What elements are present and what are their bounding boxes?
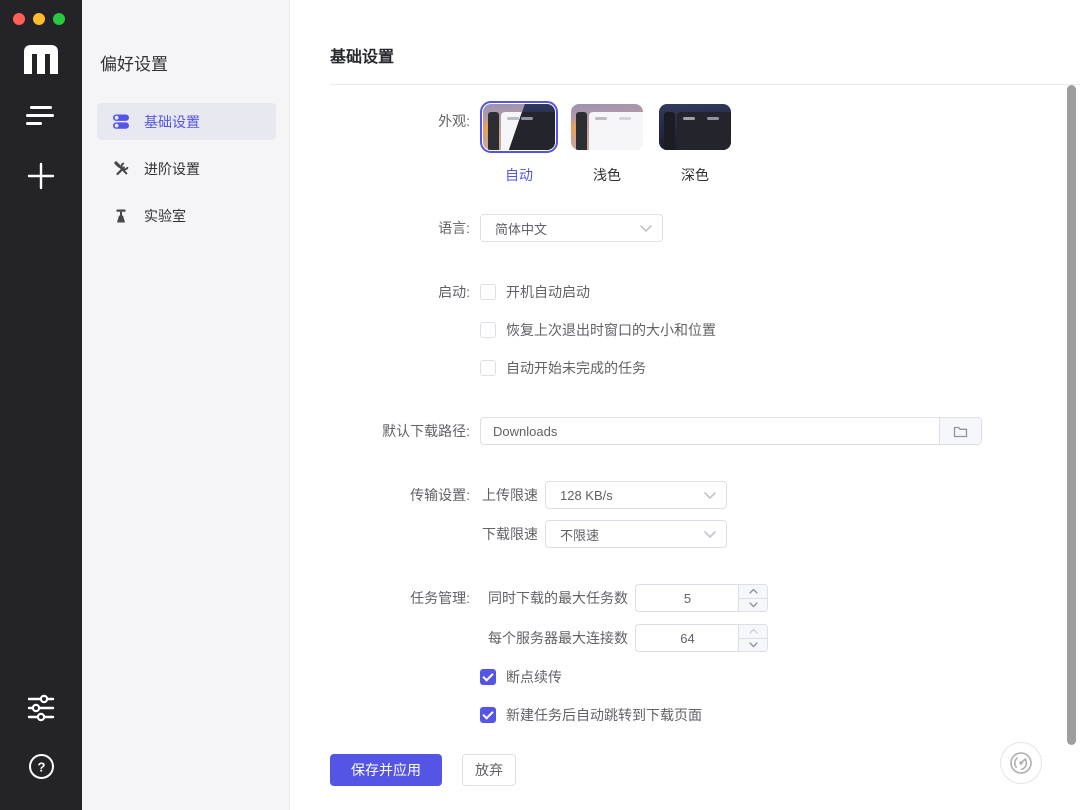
chevron-down-icon [704, 491, 716, 499]
upload-limit-label: 上传限速 [482, 487, 538, 503]
checkbox-label[interactable]: 恢复上次退出时窗口的大小和位置 [506, 320, 716, 340]
page-title: 基础设置 [330, 49, 395, 66]
checkbox-resume-transfer[interactable] [480, 669, 496, 685]
preferences-sidebar: 偏好设置 基础设置 进阶设置 实验室 [82, 0, 290, 810]
language-label: 语言: [438, 220, 470, 236]
theme-option-dark[interactable]: 深色 [656, 101, 734, 185]
max-tasks-input[interactable] [636, 585, 739, 611]
task-list-icon[interactable] [0, 106, 82, 125]
theme-label: 深色 [681, 167, 709, 183]
speed-gauge-button[interactable] [1000, 742, 1042, 784]
lab-icon [112, 207, 130, 224]
startup-row-1: 启动: 开机自动启动 [330, 282, 1060, 302]
checkbox-label[interactable]: 自动开始未完成的任务 [506, 358, 646, 378]
download-path-label: 默认下载路径: [382, 423, 470, 439]
upload-limit-row: 传输设置: 上传限速 128 KB/s [330, 481, 1060, 509]
checkbox-restore-window[interactable] [480, 322, 496, 338]
preferences-sliders-icon[interactable] [0, 694, 82, 722]
startup-row-2: 恢复上次退出时窗口的大小和位置 [330, 320, 1060, 340]
save-and-apply-button[interactable]: 保存并应用 [330, 754, 442, 786]
theme-label: 浅色 [593, 167, 621, 183]
theme-label: 自动 [505, 167, 533, 183]
jump-to-downloads-row: 新建任务后自动跳转到下载页面 [330, 705, 1060, 725]
gauge-icon [1010, 752, 1032, 774]
max-connections-label: 每个服务器最大连接数 [488, 630, 628, 646]
download-path-input[interactable] [481, 418, 939, 444]
motrix-preferences-window: ? 偏好设置 基础设置 进阶设置 实验室 基础设置 外观: 自动 浅色 深色 语… [0, 0, 1080, 810]
stepper-down-icon[interactable] [739, 639, 767, 652]
upload-limit-select[interactable]: 128 KB/s [545, 481, 727, 509]
theme-light-thumbnail [571, 104, 643, 150]
settings-main: 基础设置 外观: 自动 浅色 深色 语言: 简体中文 启动: 开机自动启动 恢复… [290, 0, 1080, 810]
sidebar-item-advanced-settings[interactable]: 进阶设置 [97, 150, 276, 187]
chevron-down-icon [640, 224, 652, 232]
checkbox-label[interactable]: 断点续传 [506, 667, 562, 687]
actions-row: 保存并应用 放弃 [330, 754, 1060, 786]
transfer-label: 传输设置: [410, 487, 470, 503]
max-connections-stepper [635, 624, 768, 652]
checkbox-jump-after-new-task[interactable] [480, 707, 496, 723]
sidebar-item-basic-settings[interactable]: 基础设置 [97, 103, 276, 140]
minimize-button[interactable] [33, 13, 45, 25]
checkbox-label[interactable]: 新建任务后自动跳转到下载页面 [506, 705, 702, 725]
stepper-up-icon[interactable] [739, 585, 767, 599]
app-sidebar: ? [0, 0, 82, 810]
tools-icon [112, 160, 130, 177]
help-icon[interactable]: ? [0, 753, 82, 780]
max-tasks-row: 任务管理: 同时下载的最大任务数 [330, 584, 1060, 612]
download-path-row: 默认下载路径: [330, 417, 1060, 445]
preferences-title: 偏好设置 [100, 55, 168, 74]
checkbox-auto-start-on-boot[interactable] [480, 284, 496, 300]
language-select-value: 简体中文 [495, 221, 548, 237]
svg-text:?: ? [37, 760, 45, 775]
discard-button[interactable]: 放弃 [462, 754, 516, 786]
upload-limit-value: 128 KB/s [560, 487, 613, 503]
chevron-down-icon [704, 530, 716, 538]
title-divider [330, 84, 1080, 85]
theme-auto-thumbnail [483, 104, 555, 150]
motrix-logo-icon [0, 42, 82, 76]
language-row: 语言: 简体中文 [330, 214, 1060, 242]
startup-label: 启动: [438, 284, 470, 300]
sidebar-item-label: 实验室 [144, 207, 186, 224]
sidebar-item-label: 进阶设置 [144, 160, 200, 177]
task-management-label: 任务管理: [410, 590, 470, 606]
max-tasks-label: 同时下载的最大任务数 [488, 590, 628, 606]
stepper-up-icon[interactable] [739, 625, 767, 639]
resume-row: 断点续传 [330, 667, 1060, 687]
add-task-icon[interactable] [0, 161, 82, 191]
startup-row-3: 自动开始未完成的任务 [330, 358, 1060, 378]
theme-option-light[interactable]: 浅色 [568, 101, 646, 185]
max-connections-input[interactable] [636, 625, 739, 651]
checkbox-resume-unfinished-tasks[interactable] [480, 360, 496, 376]
scrollbar-thumb[interactable] [1067, 85, 1076, 745]
toggles-icon [112, 113, 130, 130]
appearance-label: 外观: [438, 113, 470, 129]
download-limit-select[interactable]: 不限速 [545, 520, 727, 548]
close-button[interactable] [13, 13, 25, 25]
browse-folder-button[interactable] [939, 418, 981, 444]
stepper-down-icon[interactable] [739, 599, 767, 612]
download-limit-value: 不限速 [560, 527, 600, 543]
download-limit-row: 下载限速 不限速 [330, 520, 1060, 548]
max-tasks-stepper [635, 584, 768, 612]
theme-option-auto[interactable]: 自动 [480, 101, 558, 185]
sidebar-item-lab[interactable]: 实验室 [97, 197, 276, 234]
language-select[interactable]: 简体中文 [480, 214, 663, 242]
appearance-row: 外观: 自动 浅色 深色 [330, 101, 1060, 185]
sidebar-item-label: 基础设置 [144, 113, 200, 130]
download-limit-label: 下载限速 [482, 526, 538, 542]
checkbox-label[interactable]: 开机自动启动 [506, 282, 590, 302]
max-connections-row: 每个服务器最大连接数 [330, 624, 1060, 652]
theme-dark-thumbnail [659, 104, 731, 150]
folder-icon [953, 426, 968, 437]
zoom-button[interactable] [53, 13, 65, 25]
